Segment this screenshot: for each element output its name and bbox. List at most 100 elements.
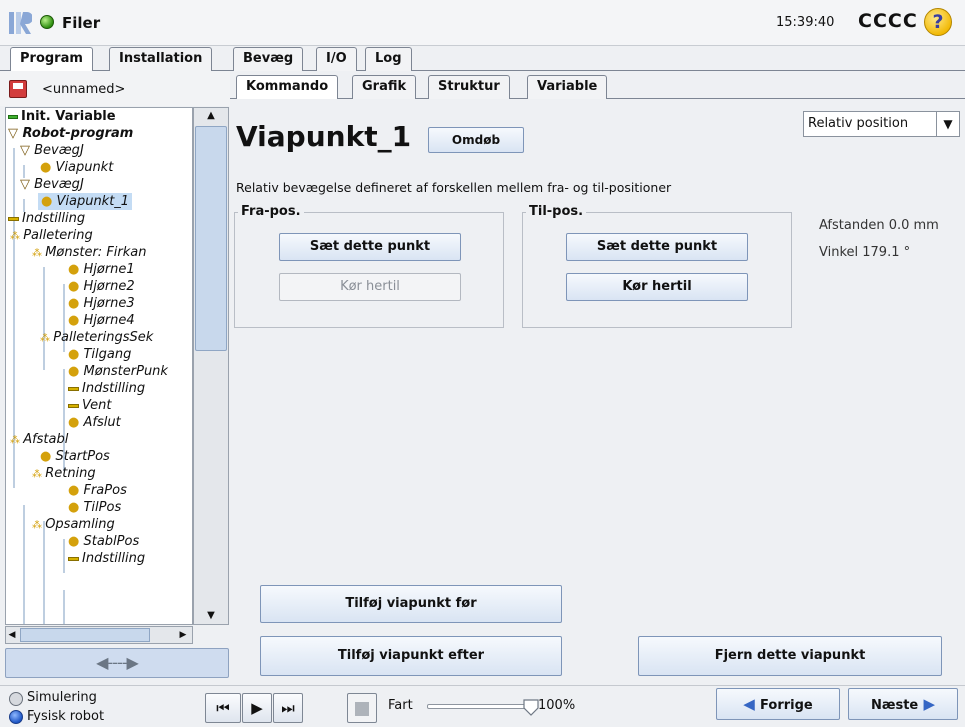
program-tree[interactable]: Init. Variable ▽ Robot-program ▽ BevægJ … [5, 107, 193, 625]
from-position-group [234, 212, 504, 328]
tree-node[interactable]: ● Hjørne1 [68, 261, 135, 278]
tree-node[interactable]: ● MønsterPunk [68, 363, 168, 380]
clock: 15:39:40 [776, 15, 835, 30]
move-arrows-icon: ◀----▶ [96, 653, 139, 672]
tree-node[interactable]: ● Afslut [68, 414, 121, 431]
waypoint-icon: ● [68, 347, 84, 362]
simulation-radio[interactable] [9, 692, 23, 706]
tree-scroll-thumb[interactable] [195, 126, 227, 351]
tab-io[interactable]: I/O [316, 47, 357, 71]
tree-node[interactable]: ⁂ Palletering [10, 227, 93, 245]
tree-node-selected[interactable]: ● Viapunkt_1 [38, 193, 133, 210]
waypoint-icon: ● [68, 364, 84, 379]
triangle-icon: ▽ [20, 143, 35, 158]
wait-icon [68, 403, 79, 408]
tree-node[interactable]: ⁂ Opsamling [32, 516, 115, 534]
setting-icon [68, 556, 79, 561]
to-position-legend: Til-pos. [526, 204, 587, 219]
tree-node[interactable]: Indstilling [8, 210, 85, 227]
tab-program[interactable]: Program [10, 47, 93, 72]
next-button[interactable]: Næste ▶ [848, 688, 958, 720]
tab-structure[interactable]: Struktur [428, 75, 510, 99]
setting-icon [68, 386, 79, 391]
waypoint-icon: ● [68, 483, 84, 498]
save-icon[interactable] [9, 80, 27, 98]
tree-node[interactable]: ⁂ Afstabl [10, 431, 68, 449]
node-title: Viapunkt_1 [236, 120, 412, 153]
waypoint-icon: ● [68, 500, 84, 515]
play-icon[interactable]: ▶ [242, 693, 272, 723]
scroll-down-icon[interactable]: ▼ [193, 607, 229, 625]
setting-icon [8, 216, 19, 221]
tree-node[interactable]: ⁂ PalleteringsSek [40, 329, 153, 347]
tree-node[interactable]: ● StartPos [40, 448, 110, 465]
tree-node[interactable]: ⁂ Mønster: Firkan [32, 244, 147, 262]
scroll-left-icon[interactable]: ◀ [6, 627, 18, 643]
tab-graphics[interactable]: Grafik [352, 75, 417, 99]
set-to-point-button[interactable]: Sæt dette punkt [566, 233, 748, 261]
physical-robot-radio[interactable] [9, 710, 23, 724]
rewind-icon[interactable]: ⏮ [205, 693, 241, 723]
tree-node[interactable]: ▽ Robot-program [8, 125, 133, 142]
triangle-icon: ▽ [8, 126, 23, 141]
scroll-up-icon[interactable]: ▲ [193, 107, 229, 125]
arrow-right-icon: ▶ [918, 695, 936, 713]
tree-node[interactable]: ● FraPos [68, 482, 127, 499]
waypoint-icon: ● [68, 313, 84, 328]
tree-node[interactable]: ● Hjørne3 [68, 295, 135, 312]
rename-button[interactable]: Omdøb [428, 127, 524, 153]
tab-variables[interactable]: Variable [527, 75, 608, 99]
add-waypoint-before-button[interactable]: Tilføj viapunkt før [260, 585, 562, 623]
tree-node[interactable]: ● Tilgang [68, 346, 131, 363]
tree-node[interactable]: ▽ BevægJ [20, 176, 84, 193]
tree-node[interactable]: Vent [68, 397, 111, 414]
tree-node[interactable]: ● Hjørne4 [68, 312, 135, 329]
tree-node[interactable]: ● StablPos [68, 533, 139, 550]
tree-node[interactable]: ● TilPos [68, 499, 121, 516]
variable-icon [8, 114, 18, 119]
previous-button[interactable]: ◀ Forrige [716, 688, 840, 720]
help-icon[interactable]: ? [924, 8, 952, 36]
remove-waypoint-button[interactable]: Fjern dette viapunkt [638, 636, 942, 676]
tree-node[interactable]: Init. Variable [8, 108, 116, 125]
waypoint-icon: ● [68, 296, 84, 311]
tree-node[interactable]: Indstilling [68, 380, 145, 397]
waypoint-icon: ● [68, 279, 84, 294]
robot-name: CCCC [858, 10, 918, 32]
angle-readout: Vinkel 179.1 ° [819, 245, 911, 260]
speed-value: 100% [538, 698, 576, 713]
tree-node[interactable]: ● Viapunkt [40, 159, 113, 176]
speed-slider[interactable] [427, 704, 531, 709]
step-icon[interactable]: ⏭ [273, 693, 303, 723]
chevron-down-icon[interactable]: ▼ [936, 112, 959, 136]
waypoint-icon: ● [40, 449, 56, 464]
waypoint-icon: ● [68, 534, 84, 549]
tree-hscroll-thumb[interactable] [20, 628, 150, 642]
robot-status-icon [40, 15, 54, 29]
tab-command[interactable]: Kommando [236, 75, 339, 100]
group-icon: ⁂ [40, 333, 54, 344]
tab-move[interactable]: Bevæg [233, 47, 304, 71]
file-menu[interactable]: Filer [62, 14, 100, 32]
move-to-from-button[interactable]: Kør hertil [279, 273, 461, 301]
tree-node[interactable]: ● Hjørne2 [68, 278, 135, 295]
stop-icon[interactable] [347, 693, 377, 723]
description: Relativ bevægelse defineret af forskelle… [236, 180, 672, 195]
waypoint-icon: ● [41, 194, 57, 209]
set-from-point-button[interactable]: Sæt dette punkt [279, 233, 461, 261]
tree-node[interactable]: ▽ BevægJ [20, 142, 84, 159]
tree-node[interactable]: ⁂ Retning [32, 465, 96, 483]
tree-node[interactable]: Indstilling [68, 550, 145, 567]
group-icon: ⁂ [32, 469, 46, 480]
speed-label: Fart [388, 698, 413, 713]
waypoint-icon: ● [68, 262, 84, 277]
position-mode-value: Relativ position [808, 116, 909, 131]
scroll-right-icon[interactable]: ▶ [177, 627, 189, 643]
add-waypoint-after-button[interactable]: Tilføj viapunkt efter [260, 636, 562, 676]
tab-installation[interactable]: Installation [109, 47, 213, 71]
from-position-legend: Fra-pos. [238, 204, 304, 219]
move-node-button[interactable]: ◀----▶ [5, 648, 229, 678]
tab-log[interactable]: Log [365, 47, 412, 71]
move-to-to-button[interactable]: Kør hertil [566, 273, 748, 301]
to-position-group [522, 212, 792, 328]
